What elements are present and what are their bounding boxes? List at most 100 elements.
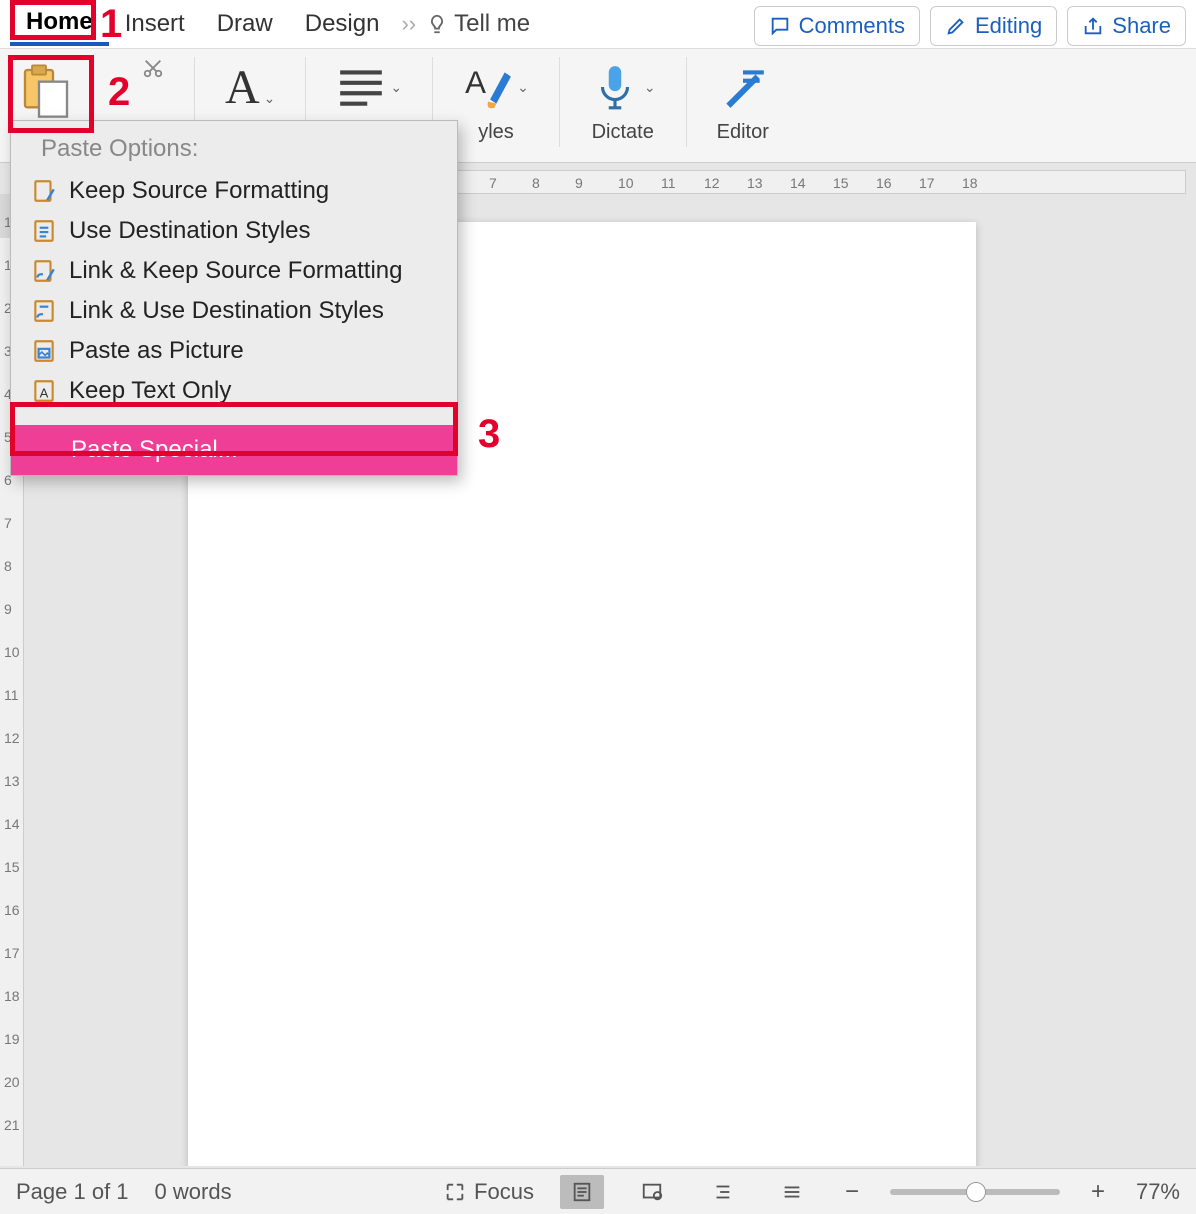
annotation-number-1: 1 xyxy=(100,2,122,47)
ruler-h-number: 13 xyxy=(747,175,763,191)
view-draft[interactable] xyxy=(770,1175,814,1209)
outline-icon xyxy=(708,1181,736,1203)
comments-button[interactable]: Comments xyxy=(754,6,920,46)
draft-icon xyxy=(778,1181,806,1203)
paragraph-lines-icon xyxy=(336,62,386,112)
ruler-v-number: 15 xyxy=(4,859,20,875)
annotation-number-3: 3 xyxy=(478,412,500,457)
share-icon xyxy=(1082,15,1104,37)
tell-me-search[interactable]: Tell me xyxy=(426,10,530,38)
ruler-v-number: 19 xyxy=(4,1031,20,1047)
dictate-label: Dictate xyxy=(592,121,654,144)
mi-paste-special[interactable]: Paste Special... xyxy=(11,425,457,475)
ruler-h-number: 17 xyxy=(919,175,935,191)
dictate-group[interactable]: ⌄ Dictate xyxy=(590,57,656,144)
page-icon xyxy=(568,1181,596,1203)
ruler-v-number: 9 xyxy=(4,601,12,617)
editing-label: Editing xyxy=(975,13,1042,39)
clipboard-text-icon: A xyxy=(31,378,57,404)
ruler-v-number: 10 xyxy=(4,644,20,660)
ruler-v-number: 17 xyxy=(4,945,20,961)
view-outline[interactable] xyxy=(700,1175,744,1209)
ruler-h-number: 9 xyxy=(575,175,583,191)
editing-button[interactable]: Editing xyxy=(930,6,1057,46)
comment-icon xyxy=(769,15,791,37)
font-group[interactable]: A⌄ xyxy=(225,57,275,117)
ruler-h-number: 8 xyxy=(532,175,540,191)
ruler-h-number: 12 xyxy=(704,175,720,191)
status-wordcount[interactable]: 0 words xyxy=(155,1179,232,1205)
ruler-h-number: 14 xyxy=(790,175,806,191)
ruler-v-number: 16 xyxy=(4,902,20,918)
ruler-h-number: 10 xyxy=(618,175,634,191)
mi-label: Use Destination Styles xyxy=(69,217,310,245)
paste-group xyxy=(10,57,82,125)
ruler-v-number: 13 xyxy=(4,773,20,789)
ruler-v-number: 20 xyxy=(4,1074,20,1090)
ruler-h-number: 7 xyxy=(489,175,497,191)
zoom-in-button[interactable]: + xyxy=(1086,1178,1110,1206)
font-a-icon: A⌄ xyxy=(225,60,275,115)
cut-icon-small[interactable] xyxy=(142,57,164,79)
mi-label: Link & Keep Source Formatting xyxy=(69,257,403,285)
paste-options-menu: Paste Options: Keep Source Formatting Us… xyxy=(10,120,458,476)
pencil-icon xyxy=(945,15,967,37)
paragraph-group[interactable]: ⌄ xyxy=(336,57,402,117)
annotation-number-2: 2 xyxy=(108,70,130,115)
clipboard-link-brush-icon xyxy=(31,258,57,284)
ruler-h-number: 11 xyxy=(661,175,676,191)
ruler-h-number: 15 xyxy=(833,175,849,191)
ruler-v-number: 11 xyxy=(4,687,19,703)
focus-mode-button[interactable]: Focus xyxy=(444,1179,534,1205)
ruler-v-number: 7 xyxy=(4,515,12,531)
mi-label: Paste as Picture xyxy=(69,337,244,365)
share-button[interactable]: Share xyxy=(1067,6,1186,46)
editor-label: Editor xyxy=(717,121,769,144)
zoom-slider-thumb[interactable] xyxy=(966,1182,986,1202)
zoom-out-button[interactable]: − xyxy=(840,1178,864,1206)
focus-icon xyxy=(444,1181,466,1203)
paste-options-title: Paste Options: xyxy=(11,121,457,171)
ruler-v-number: 14 xyxy=(4,816,20,832)
ruler-v-number: 8 xyxy=(4,558,12,574)
lightbulb-icon xyxy=(426,13,448,35)
mi-keep-text-only[interactable]: A Keep Text Only xyxy=(11,371,457,411)
ribbon-tabstrip: Home Insert Draw Design ›› Tell me Comme… xyxy=(0,0,1196,48)
view-print-layout[interactable] xyxy=(560,1175,604,1209)
mi-keep-source-formatting[interactable]: Keep Source Formatting xyxy=(11,171,457,211)
tab-home[interactable]: Home xyxy=(10,2,109,46)
tab-design[interactable]: Design xyxy=(289,4,396,44)
paste-dropdown-button[interactable] xyxy=(10,57,82,125)
editor-group[interactable]: Editor xyxy=(717,57,769,144)
svg-text:A: A xyxy=(40,386,49,401)
zoom-slider[interactable] xyxy=(890,1189,1060,1195)
mi-link-use-destination[interactable]: Link & Use Destination Styles xyxy=(11,291,457,331)
status-page[interactable]: Page 1 of 1 xyxy=(16,1179,129,1205)
mi-use-destination-styles[interactable]: Use Destination Styles xyxy=(11,211,457,251)
clipboard-brush-icon xyxy=(31,178,57,204)
styles-brush-icon: A xyxy=(463,62,513,112)
tab-insert[interactable]: Insert xyxy=(109,4,201,44)
zoom-percent[interactable]: 77% xyxy=(1136,1179,1180,1205)
clipboard-lines-icon xyxy=(31,218,57,244)
ruler-h-number: 18 xyxy=(962,175,978,191)
clipboard-icon xyxy=(18,63,74,119)
tell-me-label: Tell me xyxy=(454,10,530,38)
scissors-icon xyxy=(142,57,164,79)
mi-paste-as-picture[interactable]: Paste as Picture xyxy=(11,331,457,371)
share-label: Share xyxy=(1112,13,1171,39)
focus-label: Focus xyxy=(474,1179,534,1205)
mi-label: Link & Use Destination Styles xyxy=(69,297,384,325)
ruler-h-number: 16 xyxy=(876,175,892,191)
view-web-layout[interactable] xyxy=(630,1175,674,1209)
ruler-v-number: 18 xyxy=(4,988,20,1004)
clipboard-picture-icon xyxy=(31,338,57,364)
clipboard-link-lines-icon xyxy=(31,298,57,324)
tab-draw[interactable]: Draw xyxy=(201,4,289,44)
tab-overflow-icon[interactable]: ›› xyxy=(395,11,422,37)
editor-pen-icon xyxy=(718,62,768,112)
ruler-v-number: 12 xyxy=(4,730,20,746)
ruler-v-number: 21 xyxy=(4,1117,20,1133)
styles-group[interactable]: A ⌄ yles xyxy=(463,57,529,144)
mi-link-keep-source[interactable]: Link & Keep Source Formatting xyxy=(11,251,457,291)
